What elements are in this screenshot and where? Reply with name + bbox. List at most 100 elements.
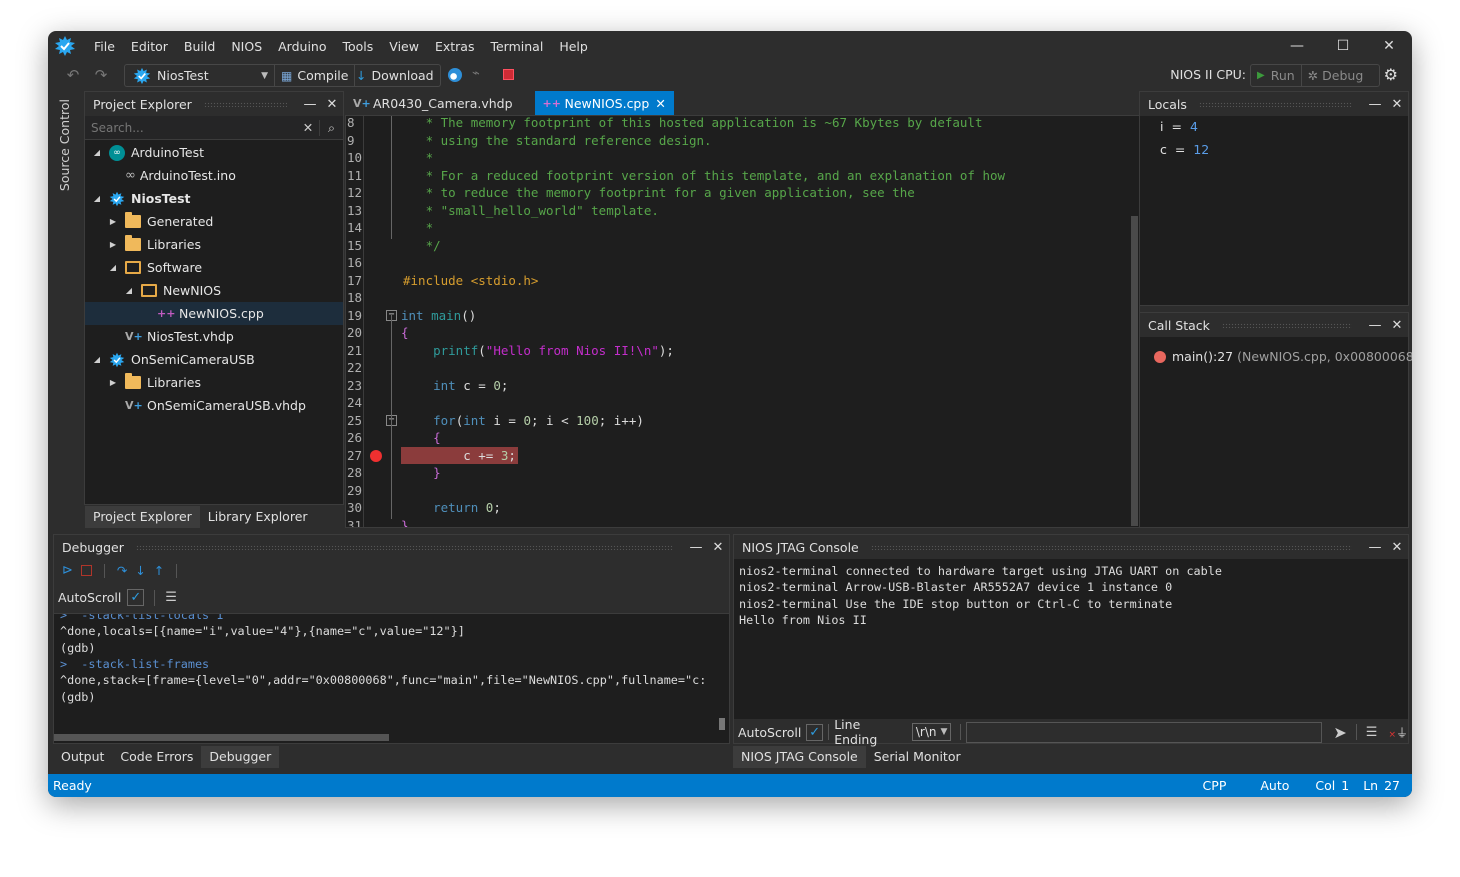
- menu-terminal[interactable]: Terminal: [482, 39, 551, 54]
- code-line[interactable]: 20 {: [346, 324, 1139, 342]
- step-out-icon[interactable]: ↑: [154, 563, 164, 578]
- local-variable-row[interactable]: c = 12: [1160, 142, 1209, 157]
- drag-handle[interactable]: [135, 544, 673, 550]
- tree-item-arduinotest-ino[interactable]: ∞ ArduinoTest.ino: [85, 164, 343, 187]
- minimize-panel-icon[interactable]: —: [299, 97, 321, 112]
- clear-console-icon[interactable]: ☰: [1366, 725, 1378, 740]
- expanded-arrow-icon[interactable]: ◢: [91, 355, 103, 364]
- expanded-arrow-icon[interactable]: ◢: [91, 148, 103, 157]
- code-line[interactable]: 21 printf("Hello from Nios II!\n");: [346, 342, 1139, 360]
- code-line[interactable]: 27 c += 3;: [346, 446, 1139, 465]
- call-stack-frame[interactable]: main():27 (NewNIOS.cpp, 0x00800068): [1154, 349, 1412, 364]
- collapsed-arrow-icon[interactable]: ▶: [107, 217, 119, 226]
- drag-handle[interactable]: [1221, 322, 1352, 328]
- code-line[interactable]: 28 }: [346, 464, 1139, 482]
- language-indicator[interactable]: CPP: [1203, 778, 1227, 793]
- code-line[interactable]: 24: [346, 394, 1139, 412]
- tab-ar0430-camera[interactable]: V+ AR0430_Camera.vhdp: [345, 91, 521, 115]
- pulse-icon[interactable]: ⌁: [472, 66, 480, 81]
- expanded-arrow-icon[interactable]: ◢: [91, 194, 103, 203]
- menu-view[interactable]: View: [381, 39, 427, 54]
- stop-icon[interactable]: [503, 69, 514, 80]
- vertical-scrollbar[interactable]: [719, 718, 725, 730]
- step-over-icon[interactable]: ↷: [117, 563, 127, 578]
- code-line[interactable]: 14 *: [346, 219, 1139, 237]
- code-line[interactable]: −25 for(int i = 0; i < 100; i++): [346, 412, 1139, 430]
- tree-item-niostest[interactable]: ◢ NiosTest: [85, 187, 343, 210]
- drag-handle[interactable]: [1198, 101, 1352, 107]
- tab-newnios-cpp[interactable]: ++ NewNIOS.cpp ✕: [534, 91, 674, 115]
- local-variable-row[interactable]: i = 4: [1160, 119, 1198, 134]
- menu-file[interactable]: File: [86, 39, 123, 54]
- continue-icon[interactable]: ⊳: [62, 563, 73, 578]
- code-line[interactable]: 15 */: [346, 237, 1139, 255]
- tree-item-newnios-folder[interactable]: ◢ NewNIOS: [85, 279, 343, 302]
- expanded-arrow-icon[interactable]: ◢: [107, 263, 119, 272]
- drag-handle[interactable]: [203, 101, 287, 107]
- code-line[interactable]: 18: [346, 289, 1139, 307]
- code-line[interactable]: 31}: [346, 517, 1139, 528]
- project-select[interactable]: NiosTest ▼: [124, 64, 274, 87]
- code-line[interactable]: 10 *: [346, 149, 1139, 167]
- minimize-panel-icon[interactable]: —: [1364, 540, 1386, 555]
- tab-debugger[interactable]: Debugger: [201, 746, 280, 768]
- line-ending-select[interactable]: \r\n ▼: [911, 723, 952, 741]
- step-into-icon[interactable]: ↓: [135, 563, 145, 578]
- minimize-panel-icon[interactable]: —: [685, 540, 707, 555]
- code-line[interactable]: 29: [346, 482, 1139, 500]
- undo-icon[interactable]: ↶: [62, 64, 84, 86]
- menu-extras[interactable]: Extras: [427, 39, 483, 54]
- gear-icon[interactable]: ⚙: [1384, 65, 1398, 84]
- code-line[interactable]: 12 * to reduce the memory footprint for …: [346, 184, 1139, 202]
- menu-build[interactable]: Build: [176, 39, 223, 54]
- collapsed-arrow-icon[interactable]: ▶: [107, 378, 119, 387]
- clear-search-icon[interactable]: ✕: [297, 120, 319, 135]
- code-line[interactable]: 30 return 0;: [346, 499, 1139, 517]
- tree-item-onsemi-vhdp[interactable]: V+ OnSemiCameraUSB.vhdp: [85, 394, 343, 417]
- download-button[interactable]: ↓ Download: [350, 64, 441, 87]
- breakpoint-icon[interactable]: [370, 449, 382, 462]
- horizontal-scrollbar[interactable]: [54, 734, 389, 741]
- tab-serial-monitor[interactable]: Serial Monitor: [866, 746, 969, 768]
- tab-nios-jtag-console[interactable]: NIOS JTAG Console: [733, 746, 866, 768]
- maximize-button[interactable]: ☐: [1320, 31, 1366, 61]
- autoscroll-checkbox[interactable]: ✓: [806, 723, 824, 741]
- menu-editor[interactable]: Editor: [123, 39, 176, 54]
- code-editor[interactable]: 8 * The memory footprint of this hosted …: [345, 115, 1140, 528]
- send-icon[interactable]: ➤: [1333, 723, 1346, 742]
- close-panel-icon[interactable]: ✕: [1386, 318, 1408, 333]
- tree-item-arduinotest[interactable]: ◢ ∞ ArduinoTest: [85, 141, 343, 164]
- tree-item-niostest-vhdp[interactable]: V+ NiosTest.vhdp: [85, 325, 343, 348]
- menu-arduino[interactable]: Arduino: [270, 39, 334, 54]
- run-button[interactable]: ▶ Run: [1251, 65, 1302, 86]
- code-line[interactable]: 22: [346, 359, 1139, 377]
- tree-item-onsemicamerausb[interactable]: ◢ OnSemiCameraUSB: [85, 348, 343, 371]
- search-icon[interactable]: ⌕: [319, 119, 343, 136]
- console-input[interactable]: [966, 721, 1323, 743]
- close-panel-icon[interactable]: ✕: [1386, 540, 1408, 555]
- minimize-button[interactable]: —: [1274, 31, 1320, 61]
- tab-code-errors[interactable]: Code Errors: [112, 746, 201, 768]
- search-input[interactable]: [85, 120, 297, 135]
- code-line[interactable]: −19 int main(): [346, 307, 1139, 325]
- source-control-tab[interactable]: Source Control: [57, 99, 72, 191]
- code-line[interactable]: 16: [346, 254, 1139, 272]
- collapsed-arrow-icon[interactable]: ▶: [107, 240, 119, 249]
- debugger-output[interactable]: > -stack-list-locals 1 ^done,locals=[{nam…: [54, 613, 729, 743]
- globe-icon[interactable]: [448, 68, 462, 82]
- stop-debug-icon[interactable]: [80, 565, 92, 576]
- tab-library-explorer[interactable]: Library Explorer: [200, 506, 316, 528]
- close-panel-icon[interactable]: ✕: [1386, 97, 1408, 112]
- minimize-panel-icon[interactable]: —: [1364, 318, 1386, 333]
- console-output[interactable]: nios2-terminal connected to hardware tar…: [734, 559, 1408, 719]
- code-line[interactable]: 9 * using the standard reference design.: [346, 132, 1139, 150]
- menu-tools[interactable]: Tools: [335, 39, 382, 54]
- minimize-panel-icon[interactable]: —: [1364, 97, 1386, 112]
- clear-output-icon[interactable]: ☰: [165, 590, 177, 605]
- editor-scrollbar[interactable]: [1131, 216, 1138, 526]
- menu-help[interactable]: Help: [551, 39, 596, 54]
- tab-output[interactable]: Output: [53, 746, 112, 768]
- tree-item-libraries[interactable]: ▶ Libraries: [85, 233, 343, 256]
- expanded-arrow-icon[interactable]: ◢: [123, 286, 135, 295]
- debug-button[interactable]: ✲ Debug: [1302, 65, 1370, 86]
